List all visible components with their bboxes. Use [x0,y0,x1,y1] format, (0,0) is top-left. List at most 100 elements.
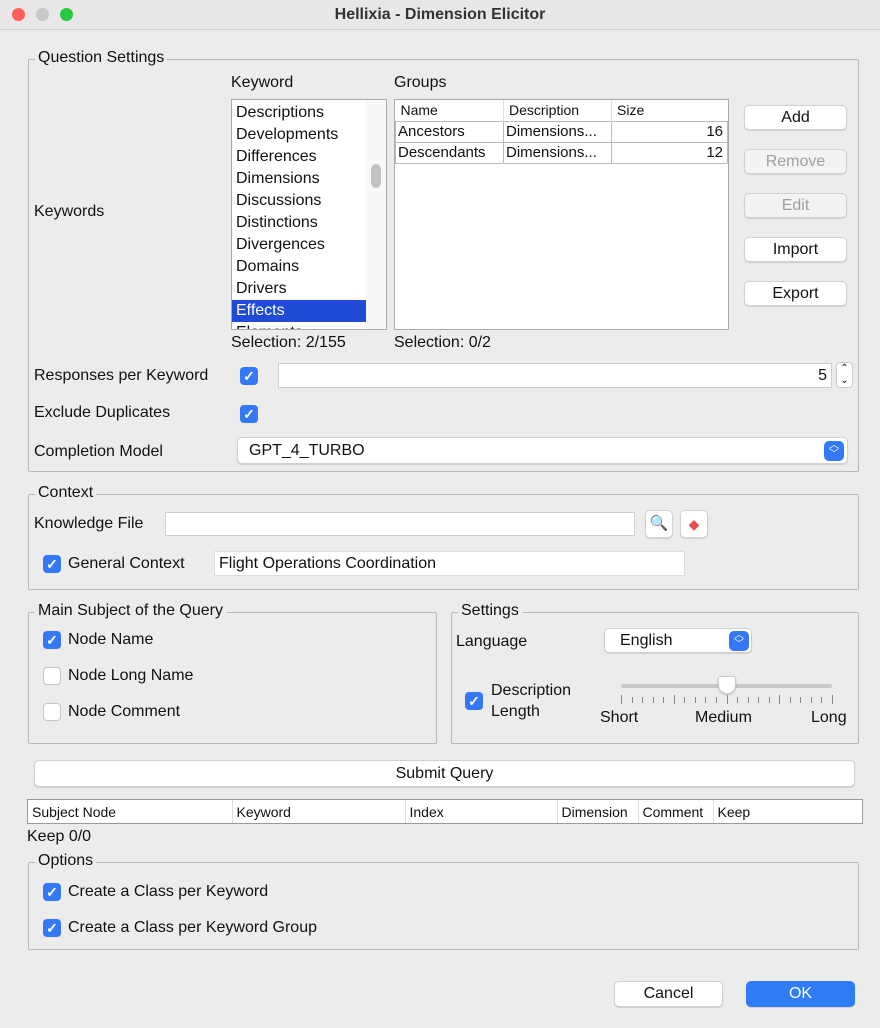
cancel-button[interactable]: Cancel [614,981,723,1007]
responses-stepper[interactable]: ⌃ ⌄ [836,362,853,388]
remove-button[interactable]: Remove [744,149,847,174]
browse-file-icon[interactable]: 🔍 [645,510,673,538]
keywords-label: Keywords [34,203,105,220]
node-name-checkbox[interactable]: ✓ [43,631,61,649]
cell: Dimensions... [503,142,612,163]
class-per-keyword-label: Create a Class per Keyword [68,883,269,900]
slider-tick [726,695,728,704]
chevron-updown-icon: ︿ ﹀ [824,441,844,461]
slider-tick [715,697,717,703]
language-label: Language [456,633,528,650]
chevron-updown-icon: ︿ ﹀ [729,631,749,651]
keyword-list-item[interactable]: Dimensions [232,168,367,190]
keyword-list-item[interactable]: Distinctions [232,212,367,234]
column-header[interactable]: Size [612,100,728,121]
keyword-list[interactable]: Descriptions Developments Differences Dimen… [231,99,387,330]
group-legend: Context [35,484,97,502]
keyword-list-item[interactable]: Developments [232,124,367,146]
column-header[interactable]: Name [395,100,504,121]
edit-button[interactable]: Edit [744,193,847,218]
cell: 12 [706,144,723,161]
groups-selection-count: Selection: 0/2 [394,334,491,351]
slider-tick [758,697,760,703]
keyword-header: Keyword [231,74,294,91]
ok-button[interactable]: OK [746,981,855,1007]
keyword-list-item[interactable]: Effects [232,300,367,322]
table-row[interactable]: Ancestors Dimensions... 16 [395,121,728,142]
slider-tick [768,697,770,703]
cell: Descendants [395,142,504,163]
groups-table[interactable]: Name Description Size Ancestors Dimensions.… [394,99,729,330]
slider-tick [642,697,644,703]
slider-label-long: Long [811,709,847,726]
responses-per-keyword-input[interactable]: 5 [278,363,832,388]
keyword-list-item[interactable]: Descriptions [232,102,367,124]
node-name-label: Node Name [68,631,154,648]
group-legend: Main Subject of the Query [35,602,226,620]
slider-tick [737,697,739,703]
slider-tick [621,695,622,704]
node-comment-checkbox[interactable] [43,703,61,721]
description-length-checkbox[interactable]: ✓ [465,692,483,710]
keep-count: Keep 0/0 [27,828,92,845]
scrollbar-thumb[interactable] [371,164,381,188]
export-button[interactable]: Export [744,281,847,306]
column-header[interactable]: Description [503,100,612,121]
keyword-list-item[interactable]: Domains [232,256,367,278]
slider-tick [821,697,823,703]
close-window-button[interactable] [12,8,25,21]
group-legend: Question Settings [35,49,168,67]
language-select[interactable]: English ︿ ﹀ [604,628,752,653]
completion-model-label: Completion Model [34,443,163,460]
zoom-window-button[interactable] [60,8,73,21]
keyword-list-item[interactable]: Differences [232,146,367,168]
completion-model-select[interactable]: GPT_4_TURBO ︿ ﹀ [237,437,848,464]
exclude-duplicates-checkbox[interactable]: ✓ [240,405,258,423]
slider-tick [789,697,791,703]
slider-tick [832,695,833,704]
column-header[interactable]: Keep [713,800,751,823]
column-header[interactable]: Dimension [557,800,639,823]
node-comment-label: Node Comment [68,703,181,720]
cell: 16 [706,123,723,140]
column-header[interactable]: Subject Node [28,800,233,823]
import-button[interactable]: Import [744,237,847,262]
table-row[interactable]: Descendants Dimensions... 12 [395,142,728,163]
general-context-label: General Context [68,555,185,572]
keyword-list-item[interactable]: Discussions [232,190,367,212]
slider-tick [694,697,696,703]
slider-ticks [621,695,833,705]
eraser-icon[interactable]: ◆ [680,510,708,538]
add-button[interactable]: Add [744,105,847,130]
general-context-checkbox[interactable]: ✓ [43,555,61,573]
keyword-list-item[interactable]: Elements [232,322,367,329]
keyword-list-item[interactable]: Drivers [232,278,367,300]
slider-tick [631,697,633,703]
slider-tick [652,697,654,703]
slider-tick [705,697,707,703]
class-per-keyword-checkbox[interactable]: ✓ [43,883,61,901]
column-header[interactable]: Comment [638,800,714,823]
keyword-scrollbar[interactable] [366,100,386,329]
node-long-name-label: Node Long Name [68,667,194,684]
knowledge-file-input[interactable] [165,512,635,536]
responses-per-keyword-label: Responses per Keyword [34,367,209,384]
slider-tick [673,695,675,704]
slider-tick [684,697,686,703]
keyword-list-item[interactable]: Divergences [232,234,367,256]
group-legend: Settings [458,602,522,620]
keyword-selection-count: Selection: 2/155 [231,334,346,351]
description-length-label: Description [491,682,572,699]
minimize-window-button[interactable] [36,8,49,21]
class-per-group-checkbox[interactable]: ✓ [43,919,61,937]
column-header[interactable]: Keyword [232,800,406,823]
submit-query-button[interactable]: Submit Query [34,760,855,787]
title-bar: Hellixia - Dimension Elicitor [0,0,880,30]
general-context-input[interactable]: Flight Operations Coordination [214,551,685,576]
results-table[interactable]: Subject Node Keyword Index Dimension Com… [27,799,863,824]
node-long-name-checkbox[interactable] [43,667,61,685]
exclude-duplicates-label: Exclude Duplicates [34,404,171,421]
responses-per-keyword-checkbox[interactable]: ✓ [240,367,258,385]
column-header[interactable]: Index [405,800,558,823]
slider-thumb[interactable] [717,676,736,694]
